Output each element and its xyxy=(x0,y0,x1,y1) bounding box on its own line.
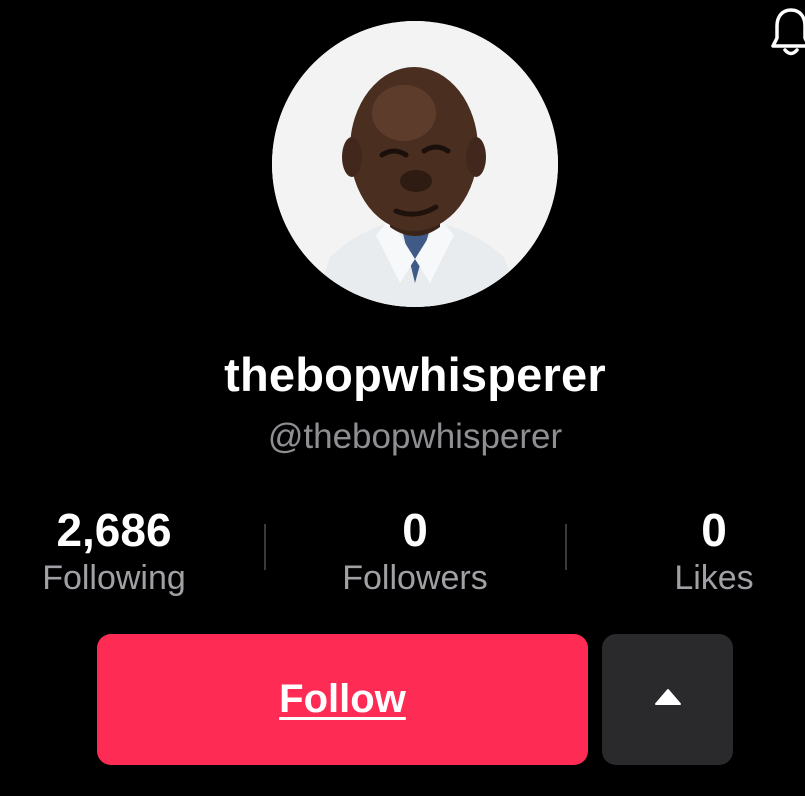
likes-count: 0 xyxy=(701,504,727,556)
suggested-accounts-button[interactable] xyxy=(602,634,733,765)
stat-divider xyxy=(264,524,266,570)
following-count: 2,686 xyxy=(56,504,172,556)
profile-display-name: thebopwhisperer xyxy=(224,348,606,401)
bell-icon[interactable] xyxy=(771,4,805,58)
follow-button-label: Follow xyxy=(279,677,406,721)
follow-button[interactable]: Follow xyxy=(97,634,588,765)
triangle-up-icon xyxy=(654,688,682,711)
avatar[interactable] xyxy=(272,21,558,307)
stat-followers[interactable]: 0 Followers xyxy=(315,502,515,598)
likes-label: Likes xyxy=(674,559,754,597)
profile-handle: @thebopwhisperer xyxy=(267,417,563,456)
following-label: Following xyxy=(42,559,186,597)
stat-likes[interactable]: 0 Likes xyxy=(623,502,805,598)
stat-following[interactable]: 2,686 Following xyxy=(14,502,214,598)
followers-label: Followers xyxy=(342,559,488,597)
followers-count: 0 xyxy=(402,504,428,556)
stat-divider xyxy=(565,524,567,570)
